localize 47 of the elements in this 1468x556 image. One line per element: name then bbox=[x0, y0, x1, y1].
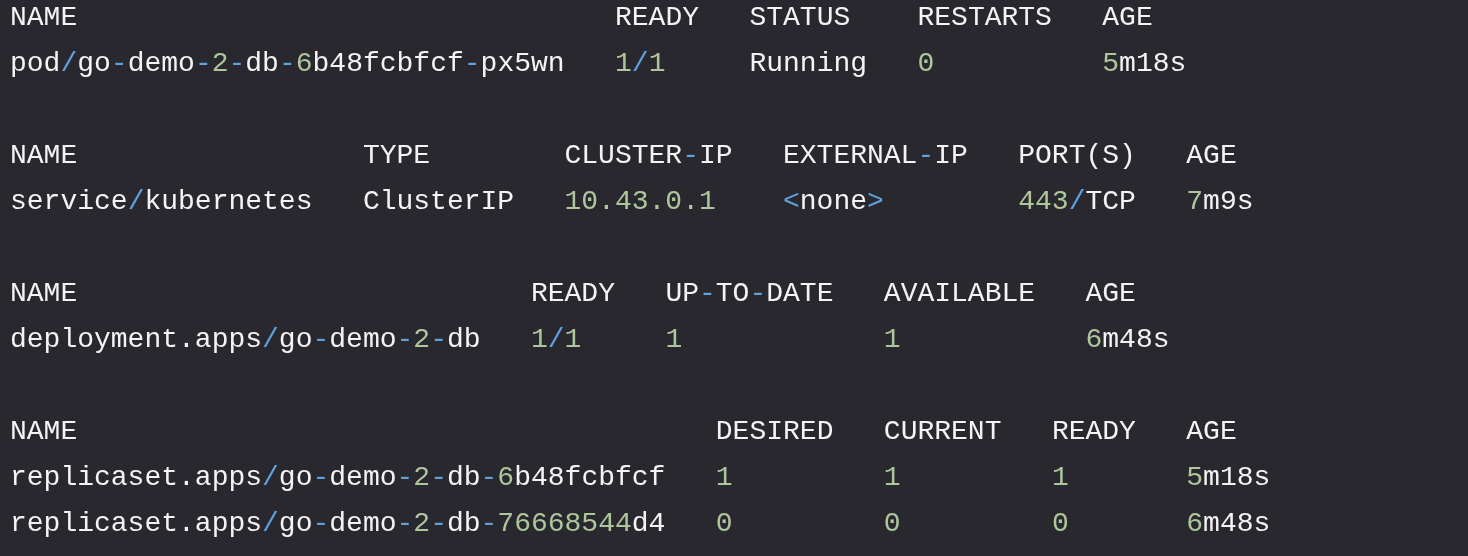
table-cell-text: 1 bbox=[883, 323, 902, 357]
table-cell-text: 6m48s bbox=[1186, 507, 1271, 541]
column-header: TYPE bbox=[362, 139, 432, 173]
column-header: READY bbox=[615, 1, 700, 35]
table-cell-text: 10.43.0.1 bbox=[564, 185, 717, 219]
table-cell-text: 1 bbox=[883, 461, 902, 495]
table-cell-text: 1/1 bbox=[615, 47, 667, 81]
column-header: EXTERNAL-IP bbox=[782, 139, 968, 173]
table-cell-text: replicaset.apps/go-demo-2-db-76668544d4 bbox=[10, 507, 666, 541]
table-cell-text: 0 bbox=[715, 507, 734, 541]
table-cell-text: 0 bbox=[1051, 507, 1070, 541]
column-header: NAME bbox=[10, 139, 79, 173]
table-cell-text: 0 bbox=[917, 47, 936, 81]
column-header: AGE bbox=[1085, 277, 1137, 311]
table-cell-text: deployment.apps/go-demo-2-db bbox=[10, 323, 481, 357]
table-cell-text: 7m9s bbox=[1186, 185, 1254, 219]
table-cell-text: 5m18s bbox=[1102, 47, 1187, 81]
column-header: NAME bbox=[10, 1, 79, 35]
column-header: AGE bbox=[1186, 415, 1238, 449]
column-header: PORT(S) bbox=[1018, 139, 1136, 173]
table-cell-text: 1 bbox=[715, 461, 734, 495]
column-header: AVAILABLE bbox=[883, 277, 1036, 311]
table-cell-text: 1 bbox=[665, 323, 684, 357]
column-header: NAME bbox=[10, 415, 79, 449]
column-header: READY bbox=[530, 277, 615, 311]
table-cell-text: 5m18s bbox=[1186, 461, 1271, 495]
column-header: NAME bbox=[10, 277, 79, 311]
column-header: STATUS bbox=[749, 1, 852, 35]
column-header: UP-TO-DATE bbox=[665, 277, 834, 311]
table-cell-text: replicaset.apps/go-demo-2-db-6b48fcbfcf bbox=[10, 461, 666, 495]
column-header: CURRENT bbox=[883, 415, 1002, 449]
table-cell-text: ClusterIP bbox=[362, 185, 515, 219]
table-cell-text: 1/1 bbox=[530, 323, 583, 357]
table-cell-text: 0 bbox=[883, 507, 902, 541]
table-cell-text: <none> bbox=[782, 185, 885, 219]
column-header: AGE bbox=[1186, 139, 1238, 173]
table-cell-text: 6m48s bbox=[1085, 323, 1170, 357]
table-cell-text: 1 bbox=[1051, 461, 1070, 495]
table-cell-text: Running bbox=[749, 47, 868, 81]
column-header: DESIRED bbox=[715, 415, 834, 449]
column-header: RESTARTS bbox=[917, 1, 1052, 35]
column-header: CLUSTER-IP bbox=[564, 139, 733, 173]
column-header: AGE bbox=[1102, 1, 1154, 35]
column-header: READY bbox=[1051, 415, 1136, 449]
table-cell-text: pod/go-demo-2-db-6b48fcbfcf-px5wn bbox=[10, 47, 565, 81]
table-cell-text: service/kubernetes bbox=[10, 185, 313, 219]
table-cell-text: 443/TCP bbox=[1018, 185, 1136, 219]
